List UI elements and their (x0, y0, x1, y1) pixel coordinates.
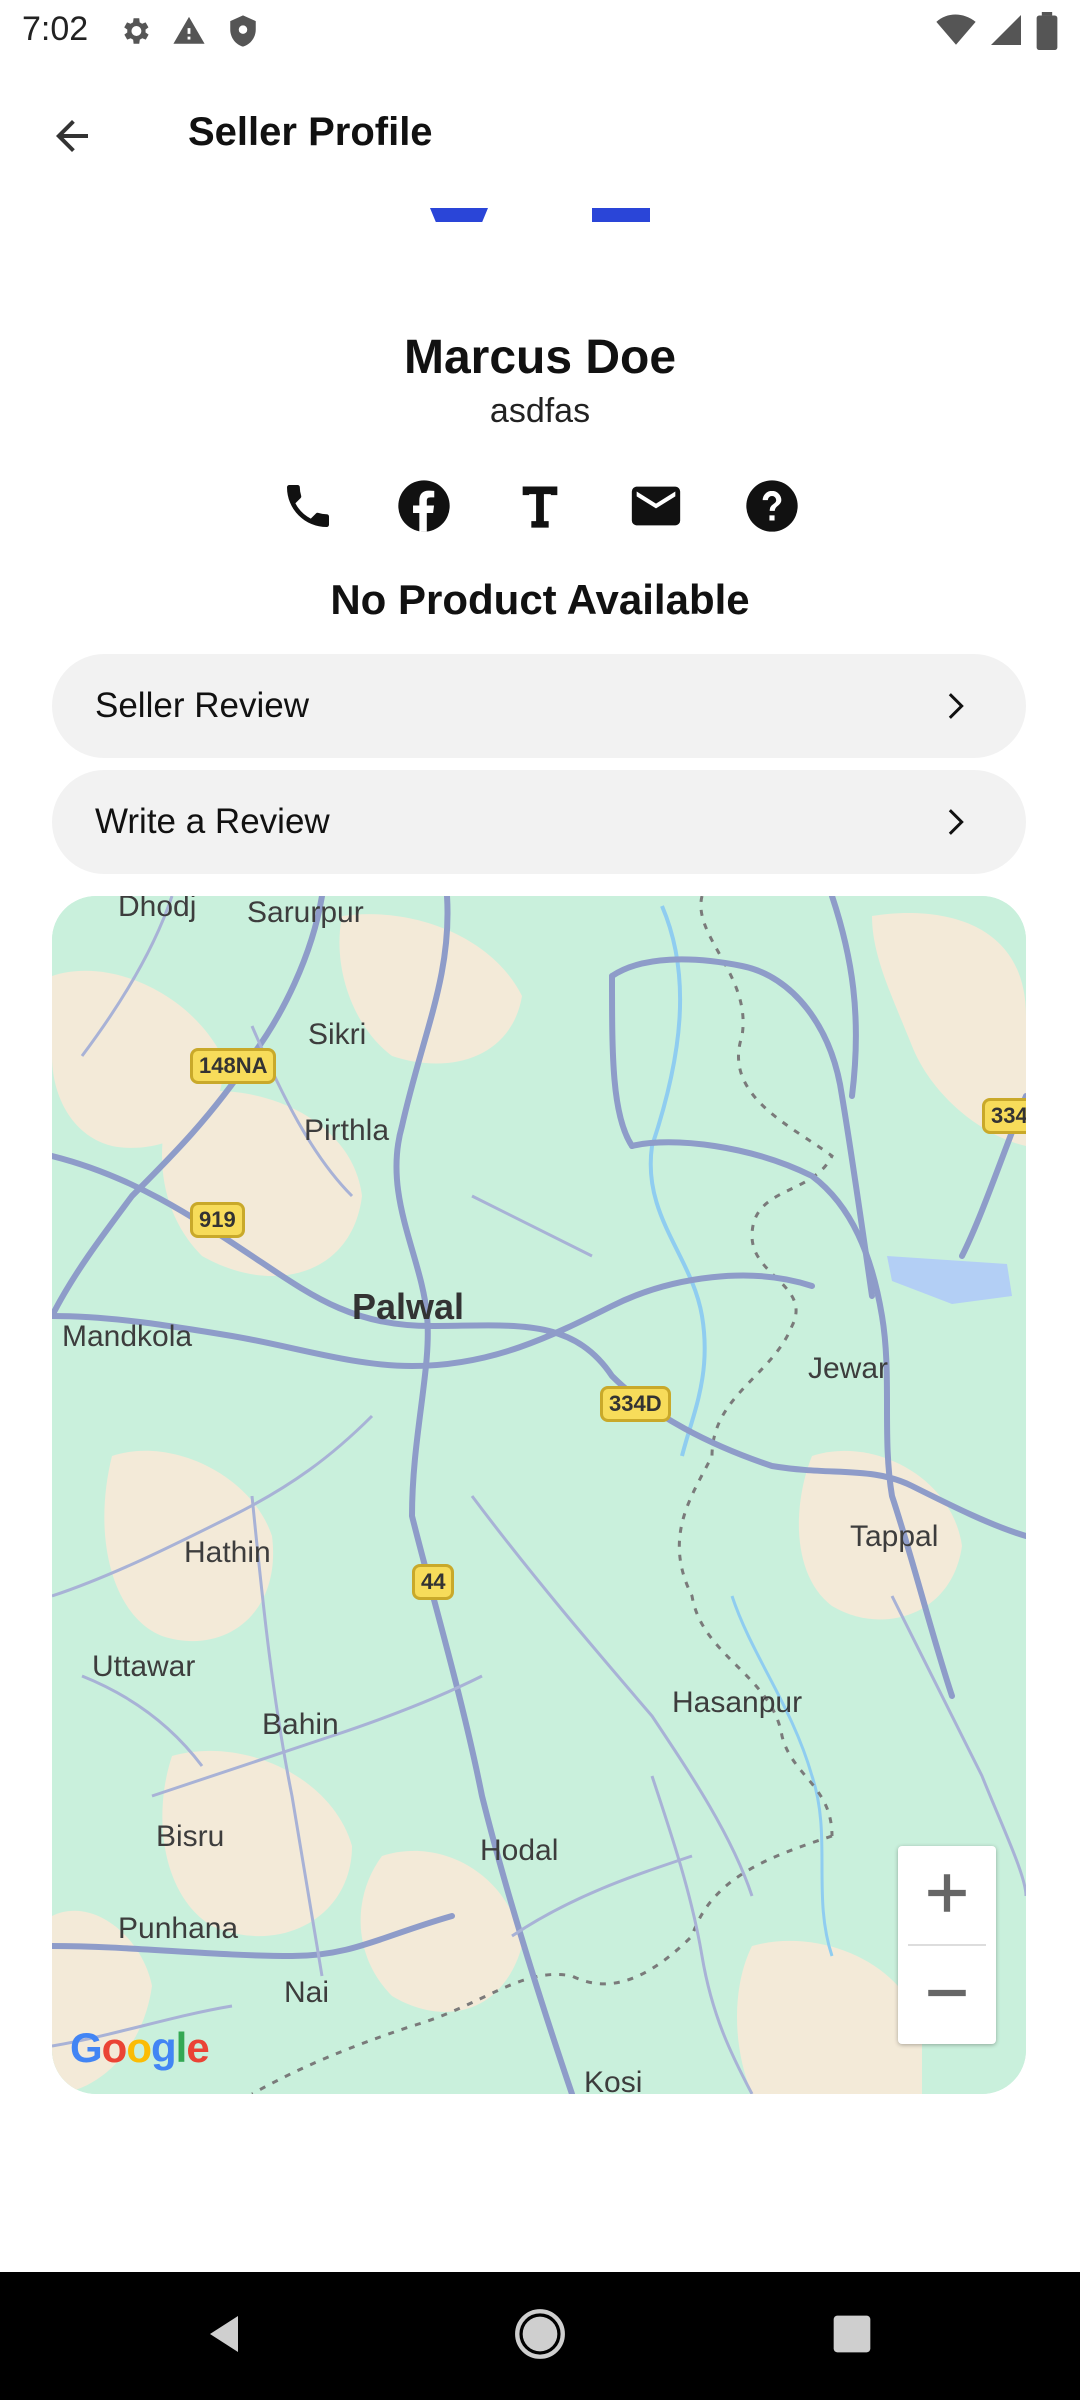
road-shield: 334 (982, 1098, 1026, 1134)
map-town-label: Dhodj (118, 896, 197, 923)
minus-icon (922, 1968, 972, 2023)
chevron-right-icon (938, 804, 974, 840)
map-town-label: Tappal (850, 1520, 939, 1553)
map-town-label: Sikri (308, 1018, 367, 1051)
plus-icon (922, 1868, 972, 1923)
map-town-label: Mandkola (62, 1320, 193, 1353)
map-town-label: Palwal (352, 1286, 465, 1327)
road-shield: 44 (412, 1564, 455, 1600)
text-icon[interactable] (510, 476, 570, 536)
map-town-label: Uttawar (92, 1650, 196, 1683)
nav-back-button[interactable] (198, 2308, 254, 2364)
status-icons-left (118, 14, 260, 53)
help-icon[interactable] (742, 476, 802, 536)
write-review-label: Write a Review (95, 802, 330, 841)
seller-name: Marcus Doe (403, 331, 677, 384)
seller-review-label: Seller Review (95, 686, 309, 725)
page-title: Seller Profile (188, 110, 433, 154)
nav-recents-button[interactable] (824, 2308, 880, 2364)
chevron-right-icon (938, 688, 974, 724)
arrow-back-icon (48, 112, 96, 165)
warning-icon (172, 14, 206, 53)
map-town-label: Pirthla (304, 1114, 390, 1147)
nav-back-icon (202, 2310, 250, 2363)
gear-icon (118, 14, 152, 53)
no-product-message: No Product Available (330, 576, 750, 623)
write-review-button[interactable]: Write a Review (52, 770, 1026, 874)
email-icon[interactable] (626, 476, 686, 536)
road-shield: 334D (600, 1386, 671, 1422)
map-town-label: Jewar (808, 1352, 889, 1385)
road-shield: 148NA (190, 1048, 277, 1084)
signal-icon (988, 12, 1024, 55)
nav-home-icon (514, 2308, 566, 2365)
map-town-label: Bahin (262, 1708, 339, 1741)
back-button[interactable] (40, 106, 104, 170)
map-town-label: Hasanpur (672, 1686, 803, 1719)
map-town-label: Hathin (184, 1536, 271, 1569)
road-shield: 919 (190, 1202, 245, 1238)
nav-recents-icon (830, 2312, 874, 2361)
status-bar: 7:02 (0, 0, 1080, 62)
system-nav-bar (0, 2272, 1080, 2400)
map-town-label: Punhana (118, 1912, 239, 1945)
seller-review-button[interactable]: Seller Review (52, 654, 1026, 758)
nav-home-button[interactable] (512, 2308, 568, 2364)
map-town-label: Kosi (584, 2066, 643, 2094)
map-view[interactable]: Dhodj Sarurpur Sikri Pirthla Palwal Mand… (52, 896, 1026, 2094)
app-bar: Seller Profile (0, 62, 1080, 212)
shield-icon (226, 14, 260, 53)
status-icons-right (936, 12, 1058, 55)
battery-icon (1036, 12, 1058, 55)
map-town-label: Bisru (156, 1820, 225, 1853)
contact-actions (0, 476, 1080, 536)
status-time: 7:02 (22, 10, 89, 48)
wifi-icon (936, 12, 976, 55)
zoom-controls (898, 1846, 996, 2044)
map-town-label: Hodal (480, 1834, 559, 1867)
zoom-out-button[interactable] (898, 1946, 996, 2044)
zoom-in-button[interactable] (898, 1846, 996, 1944)
map-town-label: Sarurpur (247, 896, 364, 929)
seller-subtitle: asdfas (489, 392, 591, 430)
google-logo: Google (70, 2024, 210, 2071)
facebook-icon[interactable] (394, 476, 454, 536)
map-town-label: Nai (284, 1976, 330, 2009)
phone-icon[interactable] (278, 476, 338, 536)
